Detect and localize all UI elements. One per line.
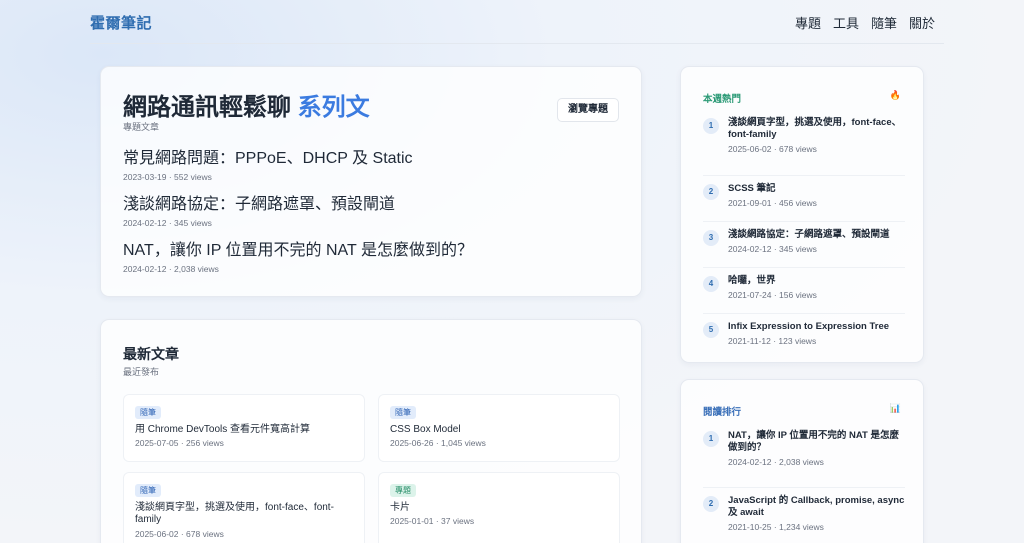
latest-title: 最新文章 bbox=[123, 346, 179, 362]
series-item[interactable]: 淺談網路協定：子網路遮罩、預設閘道 2024-02-12 · 345 views bbox=[123, 195, 621, 241]
post-meta: 2025-07-05 · 256 views bbox=[135, 438, 224, 448]
post-title[interactable]: 卡片 bbox=[390, 502, 609, 514]
post-meta: 2025-06-26 · 1,045 views bbox=[390, 438, 486, 448]
reading-rank-title: 閱讀排行 bbox=[703, 407, 742, 418]
series-title-accent: 系列文 bbox=[297, 94, 370, 121]
series-title: 網路通訊輕鬆聊 系列文 bbox=[123, 87, 370, 122]
top-bar: 霍爾筆記 專題 工具 隨筆 關於 bbox=[0, 0, 1024, 44]
nav-tools[interactable]: 工具 bbox=[833, 13, 859, 32]
hot-item[interactable]: 1 淺談網頁字型，挑選及使用，font-face、font-family 202… bbox=[703, 117, 905, 175]
hot-item-meta: 2025-06-02 · 678 views bbox=[728, 144, 817, 154]
post-tile[interactable]: 隨筆 用 Chrome DevTools 查看元件寬高計算 2025-07-05… bbox=[123, 394, 365, 462]
series-card: 網路通訊輕鬆聊 系列文 專題文章 瀏覽專題 常見網路問題：PPPoE、DHCP … bbox=[100, 66, 642, 297]
rank-item[interactable]: 2 JavaScript 的 Callback, promise, async … bbox=[703, 488, 905, 538]
series-item-meta: 2024-02-12 · 345 views bbox=[123, 218, 212, 228]
post-title[interactable]: 用 Chrome DevTools 查看元件寬高計算 bbox=[135, 424, 354, 436]
post-tile[interactable]: 隨筆 淺談網頁字型，挑選及使用，font-face、font-family 20… bbox=[123, 472, 365, 543]
series-item-title[interactable]: 淺談網路協定：子網路遮罩、預設閘道 bbox=[123, 195, 621, 215]
series-list: 常見網路問題：PPPoE、DHCP 及 Static 2023-03-19 · … bbox=[123, 149, 621, 287]
weekly-hot-list: 1 淺談網頁字型，挑選及使用，font-face、font-family 202… bbox=[703, 117, 905, 359]
weekly-hot-title: 本週熱門 bbox=[703, 94, 742, 105]
rank-item-title[interactable]: NAT，讓你 IP 位置用不完的 NAT 是怎麼做到的？ bbox=[728, 430, 905, 454]
post-title[interactable]: 淺談網頁字型，挑選及使用，font-face、font-family bbox=[135, 502, 354, 526]
hot-item-title[interactable]: 淺談網頁字型，挑選及使用，font-face、font-family bbox=[728, 117, 905, 141]
series-item-meta: 2023-03-19 · 552 views bbox=[123, 172, 212, 182]
hot-item-meta: 2024-02-12 · 345 views bbox=[728, 244, 817, 254]
rank-number: 4 bbox=[703, 276, 719, 292]
hot-item-meta: 2021-09-01 · 456 views bbox=[728, 198, 817, 208]
post-meta: 2025-01-01 · 37 views bbox=[390, 516, 475, 526]
rank-number: 1 bbox=[703, 431, 719, 447]
hot-item-title[interactable]: SCSS 筆記 bbox=[728, 183, 905, 195]
nav-about[interactable]: 關於 bbox=[909, 13, 935, 32]
site-brand[interactable]: 霍爾筆記 bbox=[90, 12, 152, 33]
hot-item-meta: 2021-07-24 · 156 views bbox=[728, 290, 817, 300]
rank-number: 2 bbox=[703, 496, 719, 512]
series-item-title[interactable]: NAT，讓你 IP 位置用不完的 NAT 是怎麼做到的？ bbox=[123, 241, 621, 261]
hot-item[interactable]: 2 SCSS 筆記 2021-09-01 · 456 views bbox=[703, 176, 905, 221]
post-tile[interactable]: 專題 卡片 2025-01-01 · 37 views bbox=[378, 472, 620, 543]
nav-essays[interactable]: 隨筆 bbox=[871, 13, 897, 32]
bar-chart-icon: 📊 bbox=[889, 403, 901, 413]
series-item[interactable]: NAT，讓你 IP 位置用不完的 NAT 是怎麼做到的？ 2024-02-12 … bbox=[123, 241, 621, 287]
hot-item-title[interactable]: 淺談網路協定：子網路遮罩、預設閘道 bbox=[728, 229, 905, 241]
hot-item[interactable]: 4 哈囉，世界 2021-07-24 · 156 views bbox=[703, 268, 905, 313]
post-tag[interactable]: 隨筆 bbox=[135, 406, 161, 419]
reading-rank-card: 閱讀排行 📊 1 NAT，讓你 IP 位置用不完的 NAT 是怎麼做到的？ 20… bbox=[680, 379, 924, 543]
latest-subtitle: 最近發布 bbox=[123, 367, 160, 377]
fire-icon: 🔥 bbox=[889, 90, 901, 100]
post-tile[interactable]: 隨筆 CSS Box Model 2025-06-26 · 1,045 view… bbox=[378, 394, 620, 462]
series-subtitle: 專題文章 bbox=[123, 122, 160, 132]
rank-item-title[interactable]: JavaScript 的 Callback, promise, async 及 … bbox=[728, 495, 905, 519]
rank-item-meta: 2024-02-12 · 2,038 views bbox=[728, 457, 824, 467]
reading-rank-list: 1 NAT，讓你 IP 位置用不完的 NAT 是怎麼做到的？ 2024-02-1… bbox=[703, 430, 905, 538]
post-tag[interactable]: 隨筆 bbox=[135, 484, 161, 497]
hot-item-title[interactable]: Infix Expression to Expression Tree bbox=[728, 321, 905, 333]
hot-item-title[interactable]: 哈囉，世界 bbox=[728, 275, 905, 287]
series-item-title[interactable]: 常見網路問題：PPPoE、DHCP 及 Static bbox=[123, 149, 621, 169]
series-item[interactable]: 常見網路問題：PPPoE、DHCP 及 Static 2023-03-19 · … bbox=[123, 149, 621, 195]
series-item-meta: 2024-02-12 · 2,038 views bbox=[123, 264, 219, 274]
browse-series-button[interactable]: 瀏覽專題 bbox=[557, 98, 619, 122]
main-nav: 專題 工具 隨筆 關於 bbox=[795, 13, 935, 32]
rank-number: 3 bbox=[703, 230, 719, 246]
latest-posts-card: 最新文章 最近發布 隨筆 用 Chrome DevTools 查看元件寬高計算 … bbox=[100, 319, 642, 543]
header-divider bbox=[90, 43, 944, 44]
post-tag[interactable]: 隨筆 bbox=[390, 406, 416, 419]
post-title[interactable]: CSS Box Model bbox=[390, 424, 609, 436]
rank-number: 2 bbox=[703, 184, 719, 200]
hot-item-meta: 2021-11-12 · 123 views bbox=[728, 336, 817, 346]
nav-topics[interactable]: 專題 bbox=[795, 13, 821, 32]
rank-number: 1 bbox=[703, 118, 719, 134]
rank-number: 5 bbox=[703, 322, 719, 338]
hot-item[interactable]: 3 淺談網路協定：子網路遮罩、預設閘道 2024-02-12 · 345 vie… bbox=[703, 222, 905, 267]
hot-item[interactable]: 5 Infix Expression to Expression Tree 20… bbox=[703, 314, 905, 359]
post-tag[interactable]: 專題 bbox=[390, 484, 416, 497]
rank-item[interactable]: 1 NAT，讓你 IP 位置用不完的 NAT 是怎麼做到的？ 2024-02-1… bbox=[703, 430, 905, 487]
post-meta: 2025-06-02 · 678 views bbox=[135, 529, 224, 539]
weekly-hot-card: 本週熱門 🔥 1 淺談網頁字型，挑選及使用，font-face、font-fam… bbox=[680, 66, 924, 363]
series-title-main: 網路通訊輕鬆聊 bbox=[123, 94, 291, 121]
rank-item-meta: 2021-10-25 · 1,234 views bbox=[728, 522, 824, 532]
